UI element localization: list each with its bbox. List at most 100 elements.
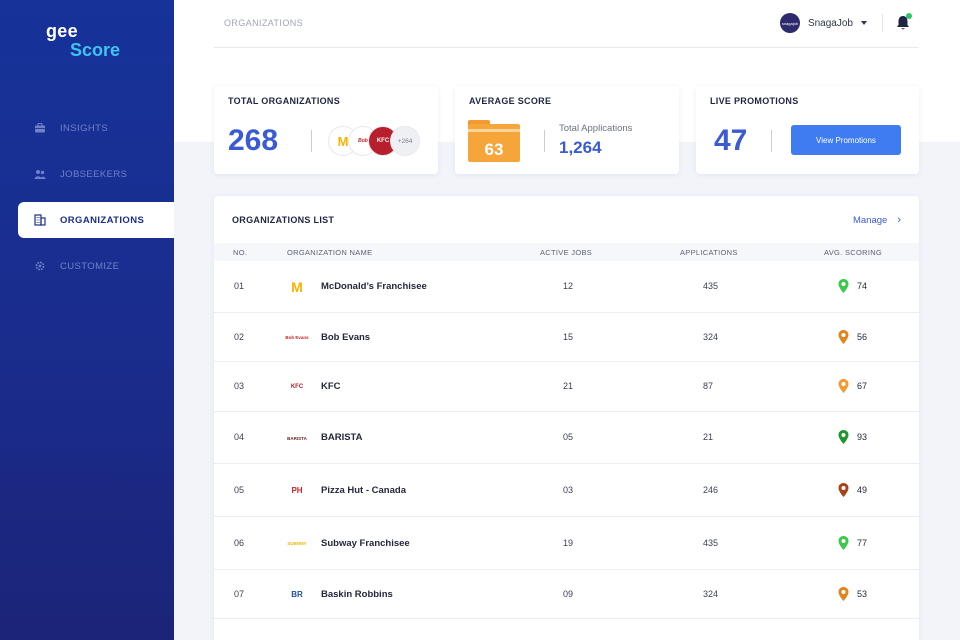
top-bar: ORGANIZATIONS snagajob SnagaJob: [214, 0, 919, 48]
list-title: ORGANIZATIONS LIST: [232, 215, 335, 225]
row-number: 07: [234, 588, 245, 599]
app-logo[interactable]: gee Score: [46, 22, 120, 59]
map-pin-icon: [838, 329, 849, 344]
manage-link[interactable]: Manage ›: [853, 214, 901, 226]
organization-name: McDonald’s Franchisee: [321, 281, 427, 292]
card-divider: [544, 130, 545, 152]
sidebar-item-insights[interactable]: INSIGHTS: [18, 110, 174, 146]
organizations-list: ORGANIZATIONS LIST Manage › NO. ORGANIZA…: [214, 196, 919, 640]
applications-value: 324: [703, 588, 719, 599]
organization-logos[interactable]: M Bob KFC +264: [328, 126, 424, 158]
avg-score: 74: [838, 279, 867, 293]
table-row[interactable]: 06 SUBWAY Subway Franchisee 19 435 77: [214, 517, 919, 570]
live-promotions-card: LIVE PROMOTIONS 47 View Promotions: [696, 86, 919, 174]
organization-logo: BARISTA: [285, 426, 309, 450]
card-title: AVERAGE SCORE: [469, 96, 552, 106]
chevron-right-icon: ›: [897, 214, 901, 226]
avg-score: 67: [838, 379, 867, 393]
applications-value: 246: [703, 484, 719, 495]
organization-name: BARISTA: [321, 432, 363, 443]
user-menu[interactable]: snagajob SnagaJob: [779, 13, 867, 33]
table-row[interactable]: 03 KFC KFC 21 87 67: [214, 362, 919, 412]
main-content: ORGANIZATIONS snagajob SnagaJob TOTAL OR…: [174, 0, 960, 640]
sidebar-item-organizations[interactable]: ORGANIZATIONS: [18, 202, 174, 238]
users-icon: [34, 168, 46, 180]
active-jobs-value: 12: [563, 281, 574, 291]
sidebar-nav: INSIGHTS JOBSEEKERS ORGANIZATIONS CUSTOM…: [18, 110, 174, 294]
active-jobs-value: 19: [563, 537, 574, 548]
column-header-active-jobs: ACTIVE JOBS: [540, 248, 593, 257]
organization-name: Bob Evans: [321, 331, 371, 343]
organization-name: Pizza Hut - Canada: [321, 484, 406, 496]
column-header-applications: APPLICATIONS: [680, 248, 738, 257]
map-pin-icon: [838, 279, 849, 293]
card-divider: [771, 130, 772, 152]
organization-logo: SUBWAY: [285, 531, 309, 556]
map-pin-icon: [838, 379, 849, 393]
row-number: 02: [234, 331, 245, 342]
table-row[interactable]: 07 BR Baskin Robbins 09 324 53: [214, 570, 919, 619]
sidebar-item-label: JOBSEEKERS: [60, 168, 128, 180]
notification-dot: [906, 13, 912, 19]
average-score-card: AVERAGE SCORE 63 Total Applications 1,26…: [455, 86, 679, 174]
score-value: 49: [857, 484, 868, 495]
more-organizations-badge: +264: [390, 126, 420, 156]
chevron-down-icon: [861, 21, 867, 25]
table-row[interactable]: 02 Bob Evans Bob Evans 15 324 56: [214, 313, 919, 362]
applications-value: 87: [703, 381, 714, 391]
sidebar-item-customize[interactable]: CUSTOMIZE: [18, 248, 174, 284]
row-number: 04: [234, 432, 245, 442]
column-header-avg-scoring: AVG. SCORING: [824, 248, 883, 257]
organization-name: Subway Franchisee: [321, 537, 410, 549]
applications-value: 435: [703, 537, 719, 548]
organization-logo: PH: [285, 478, 309, 503]
row-number: 06: [234, 537, 245, 548]
table-row[interactable]: 01 M McDonald’s Franchisee 12 435 74: [214, 261, 919, 313]
applications-value: 435: [703, 281, 719, 291]
total-organizations-value: 268: [228, 124, 279, 157]
map-pin-icon: [838, 535, 849, 550]
total-applications-value: 1,264: [559, 138, 602, 157]
map-pin-icon: [838, 430, 849, 444]
sidebar-item-label: INSIGHTS: [60, 122, 109, 134]
active-jobs-value: 21: [563, 381, 574, 391]
live-promotions-value: 47: [714, 124, 748, 157]
organization-name: Baskin Robbins: [321, 588, 393, 600]
avatar: snagajob: [779, 13, 800, 33]
map-pin-icon: [838, 482, 849, 497]
sidebar-item-jobseekers[interactable]: JOBSEEKERS: [18, 156, 174, 192]
bell-icon[interactable]: [895, 13, 912, 32]
avg-score: 77: [838, 535, 867, 550]
logo-line-2: Score: [70, 40, 121, 60]
gear-icon: [34, 260, 46, 272]
avg-score: 56: [838, 329, 868, 344]
sidebar-item-label: CUSTOMIZE: [60, 260, 120, 272]
logo-line-1: gee: [46, 21, 78, 41]
score-value: 53: [857, 588, 868, 599]
score-value: 56: [857, 331, 868, 342]
active-jobs-value: 05: [563, 432, 574, 442]
card-title: LIVE PROMOTIONS: [710, 96, 799, 106]
avg-score: 93: [838, 430, 867, 444]
total-applications-label: Total Applications: [559, 123, 633, 134]
column-header-name: ORGANIZATION NAME: [287, 248, 373, 257]
applications-value: 324: [703, 331, 719, 342]
sidebar-item-label: ORGANIZATIONS: [60, 214, 145, 226]
active-jobs-value: 15: [563, 331, 574, 342]
breadcrumb: ORGANIZATIONS: [224, 18, 304, 28]
table-row[interactable]: 04 BARISTA BARISTA 05 21 93: [214, 412, 919, 464]
active-jobs-value: 03: [563, 484, 574, 495]
table-row[interactable]: 05 PH Pizza Hut - Canada 03 246 49: [214, 464, 919, 517]
score-value: 93: [857, 432, 868, 442]
user-name: SnagaJob: [807, 17, 853, 29]
view-promotions-button[interactable]: View Promotions: [791, 125, 901, 155]
avg-score: 49: [838, 482, 868, 497]
score-value: 74: [857, 281, 868, 291]
folder-icon: 63: [468, 120, 520, 162]
briefcase-icon: [34, 122, 46, 134]
organization-logo: M: [285, 275, 309, 299]
organization-logo: KFC: [285, 375, 309, 399]
row-number: 03: [234, 381, 245, 391]
total-organizations-card: TOTAL ORGANIZATIONS 268 M Bob KFC +264: [214, 86, 438, 174]
column-header-no: NO.: [233, 248, 248, 257]
